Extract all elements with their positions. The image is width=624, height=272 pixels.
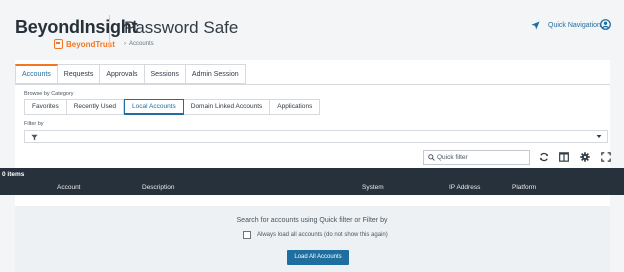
filter-by-select[interactable] (24, 130, 608, 143)
beyondtrust-logo-icon (54, 39, 63, 49)
quick-filter-field[interactable] (423, 150, 530, 165)
brand-sub-label: BeyondTrust (66, 39, 115, 49)
tab-requests[interactable]: Requests (57, 64, 101, 84)
category-tabs: Favorites Recently Used Local Accounts D… (24, 99, 321, 115)
always-load-label: Always load all accounts (do not show th… (257, 232, 388, 238)
tab-sessions[interactable]: Sessions (144, 64, 186, 84)
column-header-ip-address[interactable]: IP Address (449, 184, 480, 191)
funnel-icon (31, 134, 38, 141)
category-local-accounts[interactable]: Local Accounts (124, 99, 184, 115)
category-recently-used[interactable]: Recently Used (66, 99, 125, 115)
category-favorites[interactable]: Favorites (24, 99, 67, 115)
breadcrumb-item[interactable]: Accounts (129, 41, 154, 47)
caret-down-icon (596, 135, 602, 138)
grid-header: 0 items Account Description System IP Ad… (0, 168, 624, 195)
breadcrumb: › Accounts (124, 41, 154, 47)
column-header-description[interactable]: Description (142, 184, 175, 191)
brand-name: BeyondInsight (15, 17, 138, 37)
chevron-right-icon: › (124, 41, 126, 47)
main-tabs: Accounts Requests Approvals Sessions Adm… (15, 64, 246, 84)
app-header: BeyondInsight BeyondTrust Password Safe … (0, 0, 624, 58)
gear-icon[interactable] (580, 152, 590, 162)
columns-icon[interactable] (559, 152, 569, 162)
category-domain-linked-accounts[interactable]: Domain Linked Accounts (183, 99, 271, 115)
refresh-icon[interactable] (539, 152, 549, 162)
user-circle-icon[interactable] (600, 19, 611, 30)
empty-state-message: Search for accounts using Quick filter o… (236, 217, 388, 224)
tabs-divider (15, 84, 610, 85)
tab-accounts[interactable]: Accounts (15, 64, 58, 84)
location-arrow-icon (531, 21, 540, 30)
quick-filter-input[interactable] (437, 152, 525, 163)
brand-logo[interactable]: BeyondInsight BeyondTrust (15, 17, 138, 49)
page-title: Password Safe (124, 18, 239, 37)
load-all-accounts-button[interactable]: Load All Accounts (287, 250, 349, 265)
filter-by-label: Filter by (24, 121, 44, 127)
category-applications[interactable]: Applications (270, 99, 321, 115)
column-header-account[interactable]: Account (57, 184, 81, 191)
browse-by-category-label: Browse by Category (24, 91, 74, 97)
quick-navigation-label: Quick Navigation (548, 22, 601, 29)
always-load-option[interactable]: Always load all accounts (do not show th… (243, 231, 388, 239)
tab-admin-session[interactable]: Admin Session (185, 64, 246, 84)
quick-navigation-link[interactable]: Quick Navigation (531, 21, 601, 30)
always-load-checkbox[interactable] (243, 231, 251, 239)
header-divider (109, 15, 110, 48)
items-count: 0 items (2, 171, 25, 178)
column-header-system[interactable]: System (362, 184, 384, 191)
fullscreen-icon[interactable] (601, 152, 611, 162)
column-header-platform[interactable]: Platform (512, 184, 536, 191)
tab-approvals[interactable]: Approvals (100, 64, 145, 84)
search-icon (428, 154, 435, 161)
brand-sub: BeyondTrust (54, 39, 115, 49)
